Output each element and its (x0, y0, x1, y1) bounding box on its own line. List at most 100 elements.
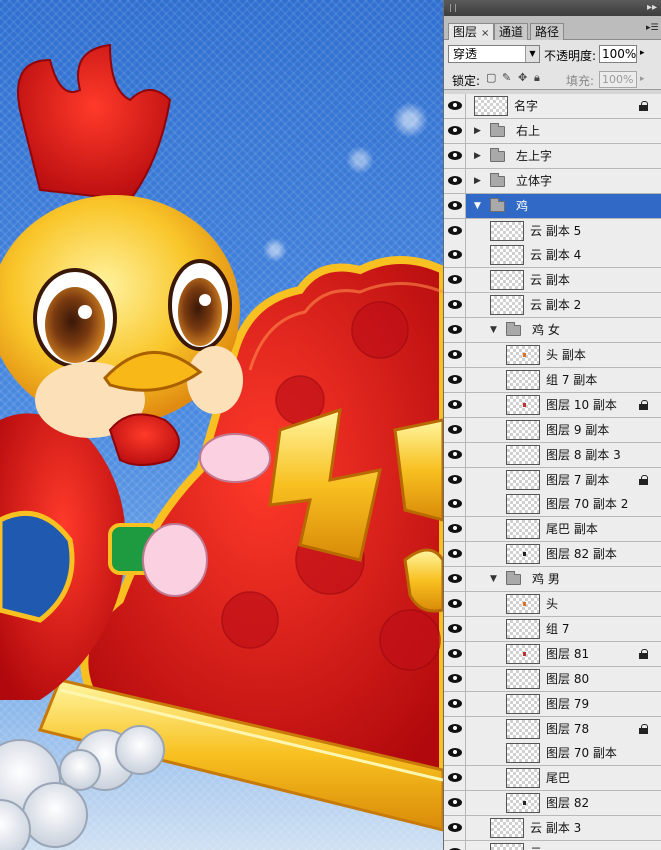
layer-row[interactable]: 云 副本 2 (444, 293, 661, 319)
panel-menu-icon[interactable]: ▸☰ (646, 22, 659, 34)
eye-icon[interactable] (448, 524, 462, 534)
layer-thumbnail[interactable] (490, 270, 524, 291)
visibility-toggle[interactable] (444, 716, 466, 741)
layer-thumbnail[interactable] (490, 295, 524, 316)
visibility-toggle[interactable] (444, 641, 466, 666)
visibility-toggle[interactable] (444, 143, 466, 168)
eye-icon[interactable] (448, 798, 462, 808)
eye-icon[interactable] (448, 374, 462, 384)
layer-row[interactable]: 组 7 (444, 616, 661, 642)
visibility-toggle[interactable] (444, 243, 466, 268)
eye-icon[interactable] (448, 150, 462, 160)
layer-thumbnail[interactable] (490, 818, 524, 839)
layer-thumbnail[interactable] (506, 345, 540, 365)
visibility-toggle[interactable] (444, 766, 466, 791)
layer-thumbnail[interactable] (506, 743, 540, 764)
layer-thumbnail[interactable] (506, 494, 540, 515)
layer-row[interactable]: 图层 82 副本 (444, 542, 661, 568)
layer-list[interactable]: 名字 ▶ 右上 ▶ 左上字 ▶ 立体字 ▼ 鸡云 副本 5云 副本 4云 副本云 副本 2 ▼ 鸡 … (444, 94, 661, 850)
eye-icon[interactable] (448, 549, 462, 559)
layer-row[interactable]: 图层 9 副本 (444, 417, 661, 443)
eye-icon[interactable] (448, 698, 462, 708)
layer-thumbnail[interactable] (506, 519, 540, 540)
layer-row[interactable]: 图层 8 副本 3 (444, 442, 661, 468)
eye-icon[interactable] (448, 300, 462, 310)
visibility-toggle[interactable] (444, 343, 466, 367)
eye-icon[interactable] (448, 225, 462, 235)
layer-row[interactable]: 图层 10 副本 (444, 392, 661, 418)
visibility-toggle[interactable] (444, 293, 466, 318)
collapsed-arrow-icon[interactable]: ▶ (474, 151, 484, 161)
layer-thumbnail[interactable] (506, 618, 540, 639)
grip-icon[interactable] (450, 4, 456, 12)
layer-row[interactable]: 图层 78 (444, 716, 661, 742)
eye-icon[interactable] (448, 574, 462, 584)
visibility-toggle[interactable] (444, 193, 466, 218)
lock-position-icon[interactable]: ✥ (518, 72, 530, 84)
layer-row[interactable]: 图层 79 (444, 691, 661, 717)
visibility-toggle[interactable] (444, 567, 466, 592)
panel-title-bar[interactable]: ▸▸ (444, 0, 661, 16)
layer-thumbnail[interactable] (490, 843, 524, 850)
layer-group-row[interactable]: ▼ 鸡 (444, 193, 661, 219)
layer-thumbnail[interactable] (506, 419, 540, 440)
layer-row[interactable]: 图层 70 副本 (444, 741, 661, 767)
eye-icon[interactable] (448, 101, 462, 110)
visibility-toggle[interactable] (444, 517, 466, 542)
visibility-toggle[interactable] (444, 392, 466, 417)
fill-slider-arrow-icon[interactable]: ▸ (640, 74, 645, 84)
visibility-toggle[interactable] (444, 118, 466, 143)
lock-transparency-icon[interactable]: ▢ (486, 72, 498, 84)
layer-row[interactable]: 图层 70 副本 2 (444, 492, 661, 518)
layer-row[interactable]: 图层 82 (444, 791, 661, 817)
blend-mode-select[interactable]: 穿透 ▼ (448, 45, 540, 63)
eye-icon[interactable] (448, 350, 462, 359)
layer-row[interactable]: 云 副本 (444, 268, 661, 294)
layer-row[interactable]: 图层 80 (444, 666, 661, 692)
visibility-toggle[interactable] (444, 741, 466, 766)
layer-thumbnail[interactable] (506, 469, 540, 490)
layer-row[interactable]: 云 (444, 841, 661, 850)
visibility-toggle[interactable] (444, 417, 466, 442)
opacity-input[interactable]: 100% (599, 45, 637, 63)
expanded-arrow-icon[interactable]: ▼ (490, 325, 500, 335)
visibility-toggle[interactable] (444, 542, 466, 567)
layer-thumbnail[interactable] (474, 96, 508, 116)
layer-thumbnail[interactable] (506, 369, 540, 390)
layer-row[interactable]: 云 副本 5 (444, 218, 661, 244)
eye-icon[interactable] (448, 200, 462, 210)
eye-icon[interactable] (448, 648, 462, 658)
layer-row[interactable]: 头 副本 (444, 343, 661, 368)
layer-thumbnail[interactable] (506, 793, 540, 814)
layer-thumbnail[interactable] (490, 245, 524, 266)
fill-input[interactable]: 100% (599, 71, 637, 88)
layer-thumbnail[interactable] (506, 768, 540, 789)
eye-icon[interactable] (448, 723, 462, 733)
eye-icon[interactable] (448, 773, 462, 783)
layer-row[interactable]: 图层 7 副本 (444, 467, 661, 493)
eye-icon[interactable] (448, 449, 462, 459)
layer-row[interactable]: 组 7 副本 (444, 367, 661, 393)
eye-icon[interactable] (448, 623, 462, 633)
layer-row[interactable]: 云 副本 3 (444, 816, 661, 842)
layer-row[interactable]: 图层 81 (444, 641, 661, 667)
visibility-toggle[interactable] (444, 318, 466, 343)
eye-icon[interactable] (448, 399, 462, 409)
visibility-toggle[interactable] (444, 616, 466, 641)
document-canvas[interactable] (0, 0, 443, 850)
visibility-toggle[interactable] (444, 816, 466, 841)
visibility-toggle[interactable] (444, 492, 466, 517)
layer-row[interactable]: 名字 (444, 94, 661, 119)
expanded-arrow-icon[interactable]: ▼ (474, 201, 484, 211)
layer-thumbnail[interactable] (506, 693, 540, 714)
visibility-toggle[interactable] (444, 691, 466, 716)
eye-icon[interactable] (448, 250, 462, 260)
collapse-icon[interactable]: ▸▸ (647, 1, 657, 15)
layer-row[interactable]: 尾巴 副本 (444, 517, 661, 543)
eye-icon[interactable] (448, 599, 462, 608)
tab-channels[interactable]: 通道 (494, 23, 529, 40)
visibility-toggle[interactable] (444, 168, 466, 193)
visibility-toggle[interactable] (444, 367, 466, 392)
collapsed-arrow-icon[interactable]: ▶ (474, 176, 484, 186)
eye-icon[interactable] (448, 424, 462, 434)
